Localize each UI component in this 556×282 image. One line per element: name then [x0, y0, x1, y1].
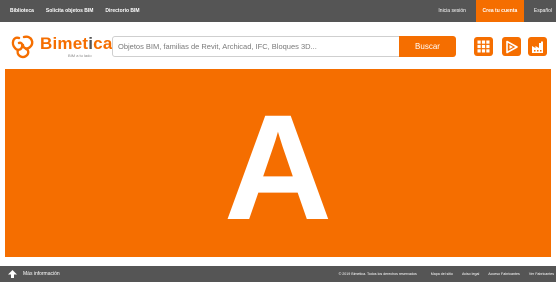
create-account-button[interactable]: Crea tu cuenta	[475, 0, 524, 22]
search-bar: Buscar	[112, 36, 456, 57]
nav-link-solicita-objetos[interactable]: Solicita objetos BIM	[46, 8, 94, 14]
factory-icon	[531, 41, 543, 53]
footer-link-sitemap[interactable]: Mapa del sitio	[431, 272, 453, 276]
footer-links: © 2019 Bimetica. Todos los derechos rese…	[339, 266, 554, 282]
video-button[interactable]	[502, 37, 521, 56]
footer-link-manufacturers[interactable]: Ver Fabricantes	[529, 272, 554, 276]
manufacturers-button[interactable]	[528, 37, 547, 56]
footer: Más información © 2019 Bimetica. Todos l…	[0, 266, 556, 282]
logo[interactable]: Bimetica BIM a tu lado	[10, 34, 112, 60]
logo-tagline: BIM a tu lado	[68, 53, 92, 58]
nav-link-biblioteca[interactable]: Biblioteca	[10, 8, 34, 14]
more-info-label: Más información	[23, 271, 60, 277]
arrow-up-icon	[8, 270, 17, 278]
search-input[interactable]	[118, 37, 398, 56]
search-button[interactable]: Buscar	[399, 36, 456, 57]
hero-banner: A	[5, 69, 551, 257]
footer-link-legal[interactable]: Aviso legal	[462, 272, 479, 276]
account-links: Inicia sesión Crea tu cuenta Español	[438, 0, 556, 22]
copyright-text: © 2019 Bimetica. Todos los derechos rese…	[338, 272, 417, 276]
logo-mark-icon	[11, 35, 34, 59]
language-selector[interactable]: Español	[534, 8, 552, 14]
footer-link-manufacturer-access[interactable]: Acceso Fabricantes	[488, 272, 520, 276]
more-info-link[interactable]: Más información	[8, 266, 60, 282]
logo-wordmark: Bimetica	[40, 34, 113, 53]
header: Bimetica BIM a tu lado Buscar	[0, 22, 556, 68]
play-icon	[505, 40, 518, 53]
page: Biblioteca Solicita objetos BIM Director…	[0, 0, 556, 282]
top-nav-bar: Biblioteca Solicita objetos BIM Director…	[0, 0, 556, 22]
nav-link-directorio[interactable]: Directorio BIM	[105, 8, 139, 14]
hero-letter: A	[223, 83, 333, 251]
login-link[interactable]: Inicia sesión	[438, 8, 466, 14]
top-nav-links: Biblioteca Solicita objetos BIM Director…	[0, 0, 152, 22]
grid-icon	[477, 40, 490, 53]
grid-button[interactable]	[474, 37, 493, 56]
